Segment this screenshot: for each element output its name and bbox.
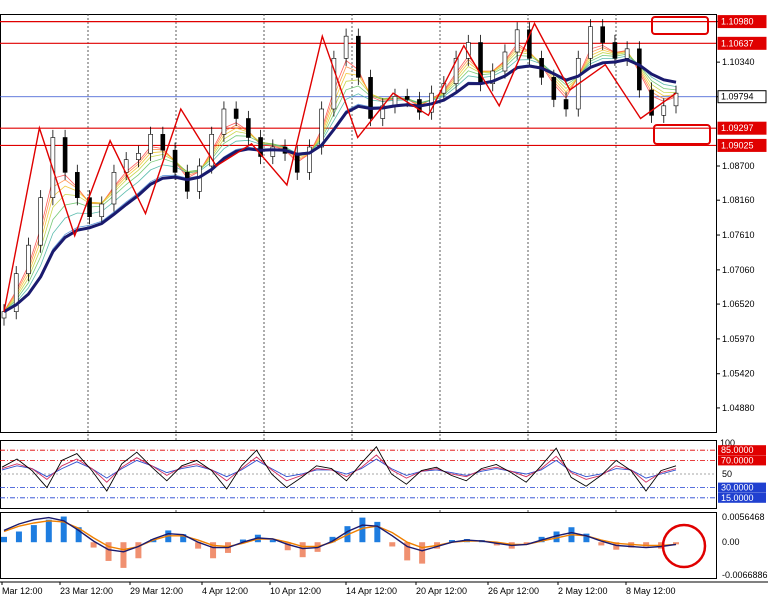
time-axis: Mar 12:00 23 Mar 12:00 29 Mar 12:00 4 Apr 1…: [0, 581, 768, 596]
macd-histogram-bar: [419, 542, 426, 564]
candle-body: [661, 105, 667, 116]
macd-tick-label: 0.0056468: [722, 512, 765, 522]
rsi-level-label: 50: [722, 469, 732, 479]
macd-histogram-bar: [120, 542, 127, 568]
time-axis-label: 10 Apr 12:00: [270, 586, 321, 596]
candle-body: [99, 203, 105, 217]
candle-body: [404, 96, 410, 100]
price-level-label: 1.10980: [721, 17, 754, 27]
price-tick-label: 1.07060: [722, 265, 755, 275]
macd-tick-label: -0.0066886: [722, 570, 768, 580]
time-axis-label: 2 May 12:00: [558, 586, 608, 596]
macd-histogram-bar: [135, 542, 142, 559]
macd-histogram-bar: [15, 531, 22, 543]
candle-body: [160, 134, 166, 151]
candle-body: [26, 244, 31, 274]
rsi-level-label: 70.0000: [721, 455, 754, 465]
candle-body: [673, 92, 679, 107]
candle-body: [75, 172, 80, 198]
macd-panel[interactable]: 0.0056468 0.00 -0.0066886: [0, 512, 768, 580]
time-axis-label: 29 Mar 12:00: [130, 586, 183, 596]
rsi-level-label: 15.0000: [721, 493, 754, 503]
candle-body: [111, 172, 117, 205]
candle-body: [246, 118, 251, 138]
candle-body: [62, 137, 68, 173]
macd-histogram-bar: [389, 542, 396, 547]
price-tick-label: 1.06520: [722, 299, 755, 309]
time-axis-label: Mar 12:00: [2, 586, 43, 596]
price-tick-label: 1.07610: [722, 230, 755, 240]
time-axis-label: 23 Mar 12:00: [60, 586, 113, 596]
rsi-panel[interactable]: 10085.000070.00005030.000015.0000: [0, 438, 766, 509]
candle-body: [172, 149, 178, 173]
candle-body: [221, 108, 227, 135]
price-level-label: 1.10637: [721, 38, 754, 48]
rsi-level-label: 85.0000: [721, 445, 754, 455]
candle-body: [612, 42, 618, 59]
candle-body: [136, 153, 141, 160]
candle-body: [514, 29, 520, 53]
macd-histogram-bar: [30, 525, 37, 543]
macd-histogram-bar: [45, 519, 52, 543]
candle-body: [148, 134, 153, 154]
candle-body: [637, 48, 642, 91]
candle-body: [368, 77, 373, 119]
time-axis-label: 20 Apr 12:00: [416, 586, 467, 596]
rsi-level-label: 30.0000: [721, 483, 754, 493]
price-tick-label: 1.08160: [722, 195, 755, 205]
macd-histogram-bar: [299, 542, 306, 558]
panel-frame: [0, 440, 717, 509]
price-level-label: 1.09297: [721, 123, 754, 133]
price-tick-label: 1.05420: [722, 369, 755, 379]
candle-body: [563, 99, 569, 110]
price-tick-label: 1.10340: [722, 57, 755, 67]
trading-chart[interactable]: 1.10980 1.10340 1.09794 1.08700 1.08160 1.076…: [0, 0, 768, 598]
price-tick-label: 1.04880: [722, 403, 755, 413]
candle-body: [184, 172, 190, 192]
candle-body: [356, 35, 361, 78]
candle-body: [233, 108, 239, 119]
candle-body: [343, 35, 349, 59]
price-level-label: 1.09794: [721, 92, 754, 102]
price-tick-label: 1.05970: [722, 334, 755, 344]
candle-body: [600, 26, 605, 43]
price-level-label: 1.09025: [721, 140, 754, 150]
candle-body: [294, 153, 300, 173]
candle-body: [551, 77, 557, 100]
macd-tick-label: 0.00: [722, 537, 740, 547]
macd-histogram-bar: [374, 521, 381, 543]
macd-histogram-bar: [1, 536, 7, 543]
time-axis-label: 8 May 12:00: [626, 586, 676, 596]
time-axis-label: 4 Apr 12:00: [202, 586, 248, 596]
price-tick-label: 1.08700: [722, 161, 755, 171]
candle-body: [38, 197, 43, 246]
macd-histogram-bar: [598, 542, 605, 546]
candle-body: [502, 51, 508, 72]
candle-body: [588, 26, 593, 59]
time-axis-label: 14 Apr 12:00: [346, 586, 397, 596]
candle-body: [624, 48, 630, 59]
time-axis-label: 26 Apr 12:00: [488, 586, 539, 596]
